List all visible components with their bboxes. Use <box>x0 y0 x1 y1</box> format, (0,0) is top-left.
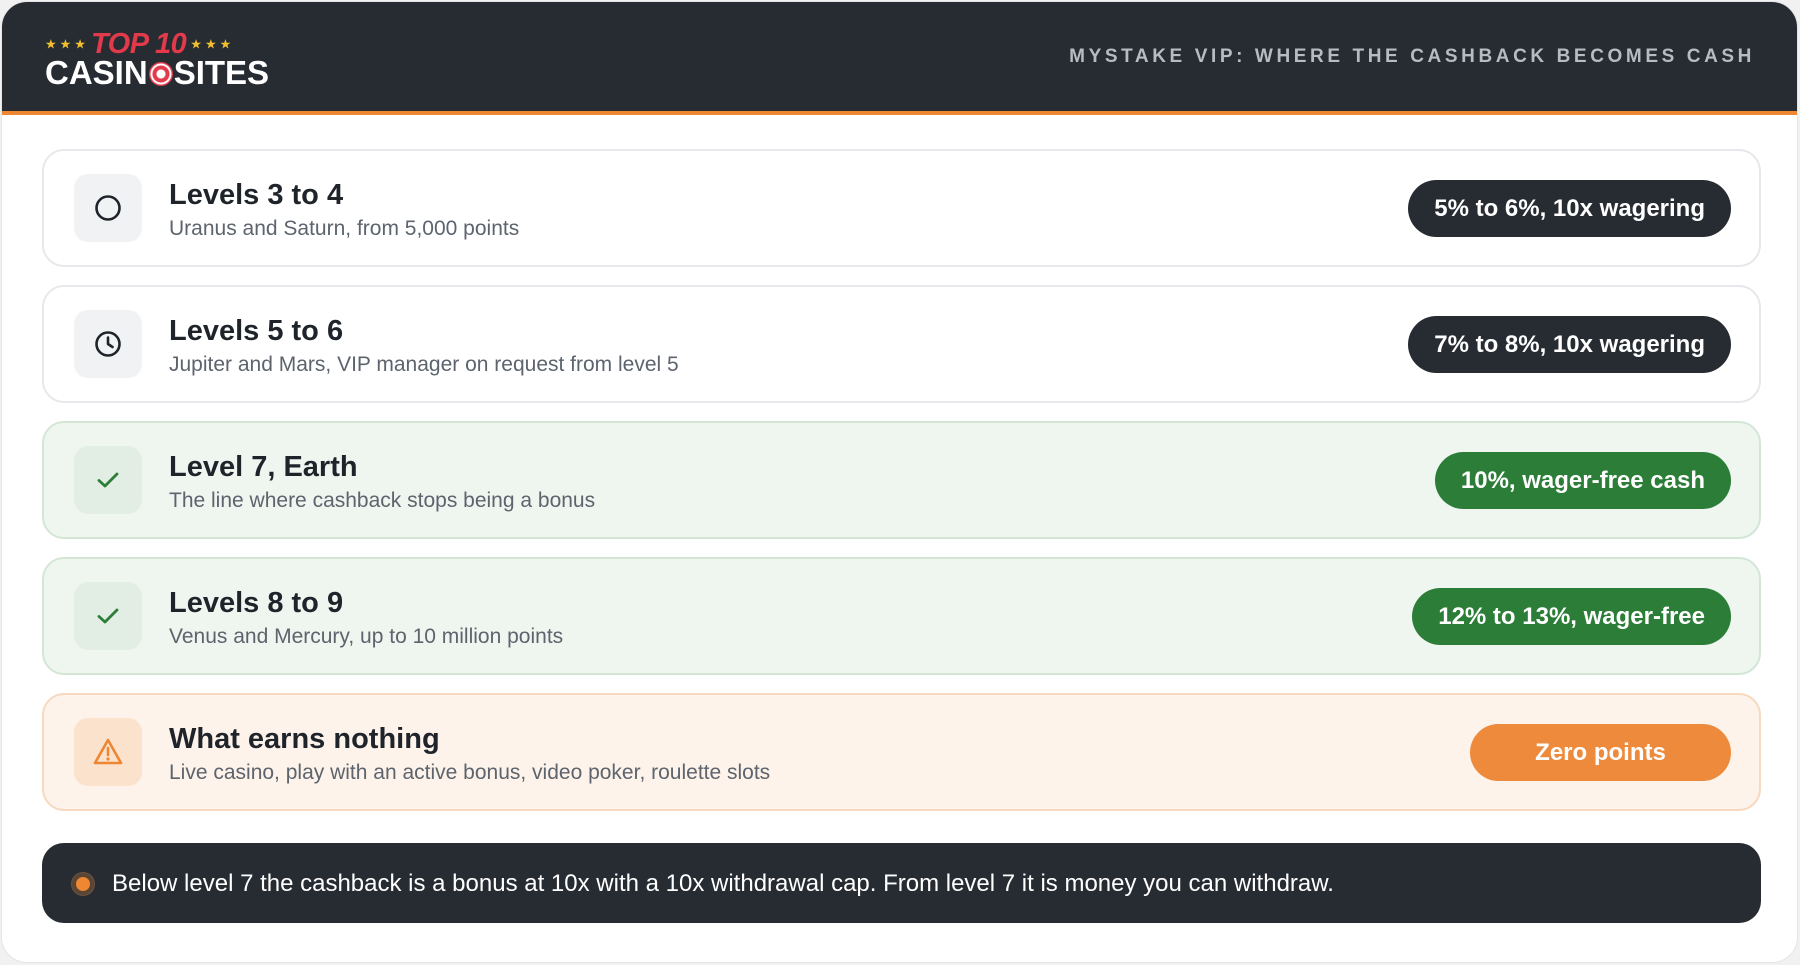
row-subtitle: Venus and Mercury, up to 10 million poin… <box>169 625 564 648</box>
logo-stars-left: ★★★ <box>45 36 89 52</box>
cashback-badge: 12% to 13%, wager-free <box>1412 588 1731 645</box>
vip-card: ★★★TOP 10 ★★★ CASIN SITES MYSTAKE VIP: WHE… <box>1 1 1798 963</box>
row-title: Levels 5 to 6 <box>169 315 344 347</box>
row-title: Levels 8 to 9 <box>169 587 344 619</box>
cashback-badge: 10%, wager-free cash <box>1434 452 1731 509</box>
dot-icon <box>72 873 94 895</box>
warning-icon <box>74 718 142 786</box>
row-subtitle: The line where cashback stops being a bo… <box>169 489 596 512</box>
check-icon <box>74 582 142 650</box>
logo-sites-text: SITES <box>173 54 270 91</box>
note-text: Below level 7 the cashback is a bonus at… <box>112 870 1334 897</box>
row-subtitle: Jupiter and Mars, VIP manager on request… <box>169 353 679 376</box>
zero-points-badge: Zero points <box>1470 724 1731 781</box>
row-subtitle: Uranus and Saturn, from 5,000 points <box>169 217 520 240</box>
info-note: Below level 7 the cashback is a bonus at… <box>42 843 1761 923</box>
logo-stars-right: ★★★ <box>190 36 235 52</box>
logo-bottom-line: CASIN SITES <box>45 56 269 90</box>
level-row-5-6: Levels 5 to 6 Jupiter and Mars, VIP mana… <box>42 285 1761 403</box>
row-title: What earns nothing <box>169 723 440 755</box>
circle-icon <box>74 174 142 242</box>
check-icon <box>74 446 142 514</box>
logo: ★★★TOP 10 ★★★ CASIN SITES <box>45 28 269 90</box>
row-title: Levels 3 to 4 <box>169 179 344 211</box>
header-title: MYSTAKE VIP: WHERE THE CASHBACK BECOMES … <box>1069 46 1755 67</box>
cashback-badge: 5% to 6%, 10x wagering <box>1408 180 1731 237</box>
level-row-8-9: Levels 8 to 9 Venus and Mercury, up to 1… <box>42 557 1761 675</box>
clock-icon <box>74 310 142 378</box>
header-bar: ★★★TOP 10 ★★★ CASIN SITES MYSTAKE VIP: WHE… <box>2 2 1797 115</box>
logo-casino-text: CASIN <box>45 54 148 91</box>
earns-nothing-row: What earns nothing Live casino, play wit… <box>42 693 1761 811</box>
row-subtitle: Live casino, play with an active bonus, … <box>169 761 771 784</box>
level-row-3-4: Levels 3 to 4 Uranus and Saturn, from 5,… <box>42 149 1761 267</box>
casino-chip-icon <box>148 62 173 86</box>
level-row-7: Level 7, Earth The line where cashback s… <box>42 421 1761 539</box>
cashback-badge: 7% to 8%, 10x wagering <box>1408 316 1731 373</box>
row-title: Level 7, Earth <box>169 451 358 483</box>
